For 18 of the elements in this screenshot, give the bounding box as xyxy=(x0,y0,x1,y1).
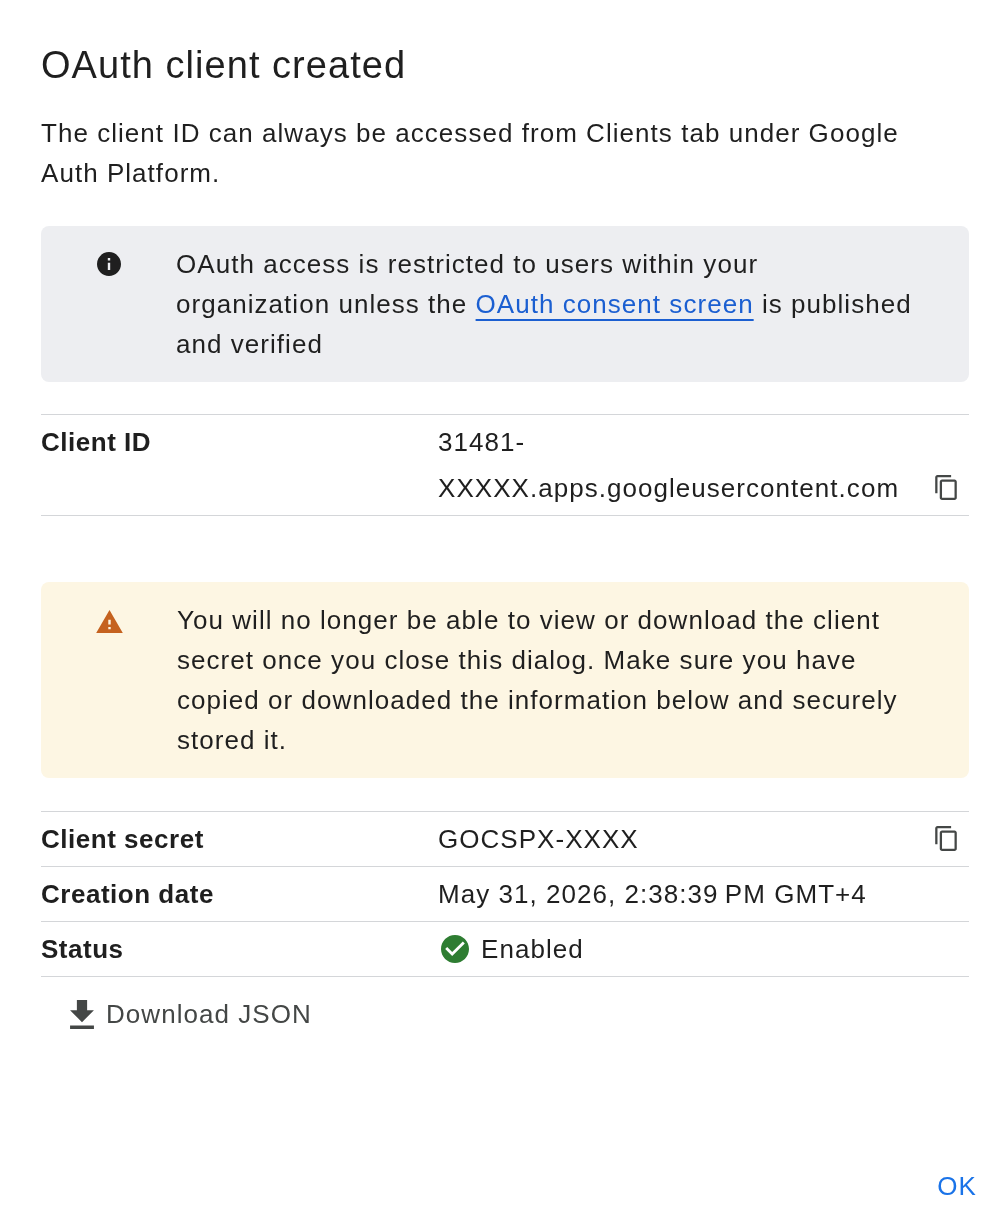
dialog-description: The client ID can always be accessed from Clients tab under Google Auth Platform. xyxy=(41,117,900,190)
field-value: 31481-XXXXX.apps.googleusercontent.com xyxy=(438,426,901,505)
field-label: Client secret xyxy=(41,823,205,856)
ok-button[interactable]: OK xyxy=(925,1166,989,1206)
status-value: Enabled xyxy=(481,933,584,966)
field-value: May 31, 2026, 2:38:39 PM GMT+4 xyxy=(438,878,868,911)
download-icon xyxy=(70,999,94,1029)
copy-icon[interactable] xyxy=(935,826,957,851)
field-value: GOCSPX-XXXX xyxy=(438,823,640,856)
field-label: Creation date xyxy=(41,878,215,911)
info-message: OAuth access is restricted to users within your organization unless the OAuth consent screen is published and verified xyxy=(176,248,913,361)
consent-screen-link[interactable]: OAuth consent screen xyxy=(475,289,754,319)
download-json-button[interactable]: Download JSON xyxy=(57,994,325,1034)
copy-icon[interactable] xyxy=(935,475,957,500)
field-label: Client ID xyxy=(41,426,153,459)
field-label: Status xyxy=(41,933,125,966)
dialog-title: OAuth client created xyxy=(41,43,407,87)
warning-message: You will no longer be able to view or download the client secret once you close this dialog. Make sure you have copied or downloaded the information below and securely stored it. xyxy=(177,604,899,757)
